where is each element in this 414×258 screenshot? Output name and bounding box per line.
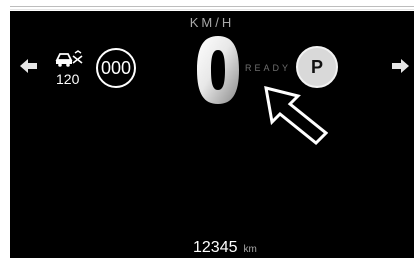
top-rule-secondary <box>10 9 414 10</box>
instrument-cluster-screen: KM/H 120 000 0 READY P 12345 km <box>10 11 414 258</box>
speed-unit-label: KM/H <box>189 15 235 30</box>
cruise-speed-value: 120 <box>56 71 80 87</box>
arrow-right-icon[interactable] <box>392 58 410 79</box>
odometer: 12345 km <box>193 239 257 257</box>
arrow-left-icon[interactable] <box>20 58 38 79</box>
top-rule <box>10 6 414 7</box>
gear-label: P <box>310 56 323 77</box>
gear-indicator: P <box>296 46 338 88</box>
ready-indicator: READY <box>245 63 292 73</box>
odometer-unit: km <box>243 244 257 255</box>
odometer-value: 12345 <box>193 239 238 256</box>
speed-value: 0 <box>218 78 219 80</box>
pointer-arrow-icon <box>258 83 329 152</box>
circle-indicator: 000 <box>96 48 136 88</box>
speed-display: 0 <box>195 34 241 111</box>
